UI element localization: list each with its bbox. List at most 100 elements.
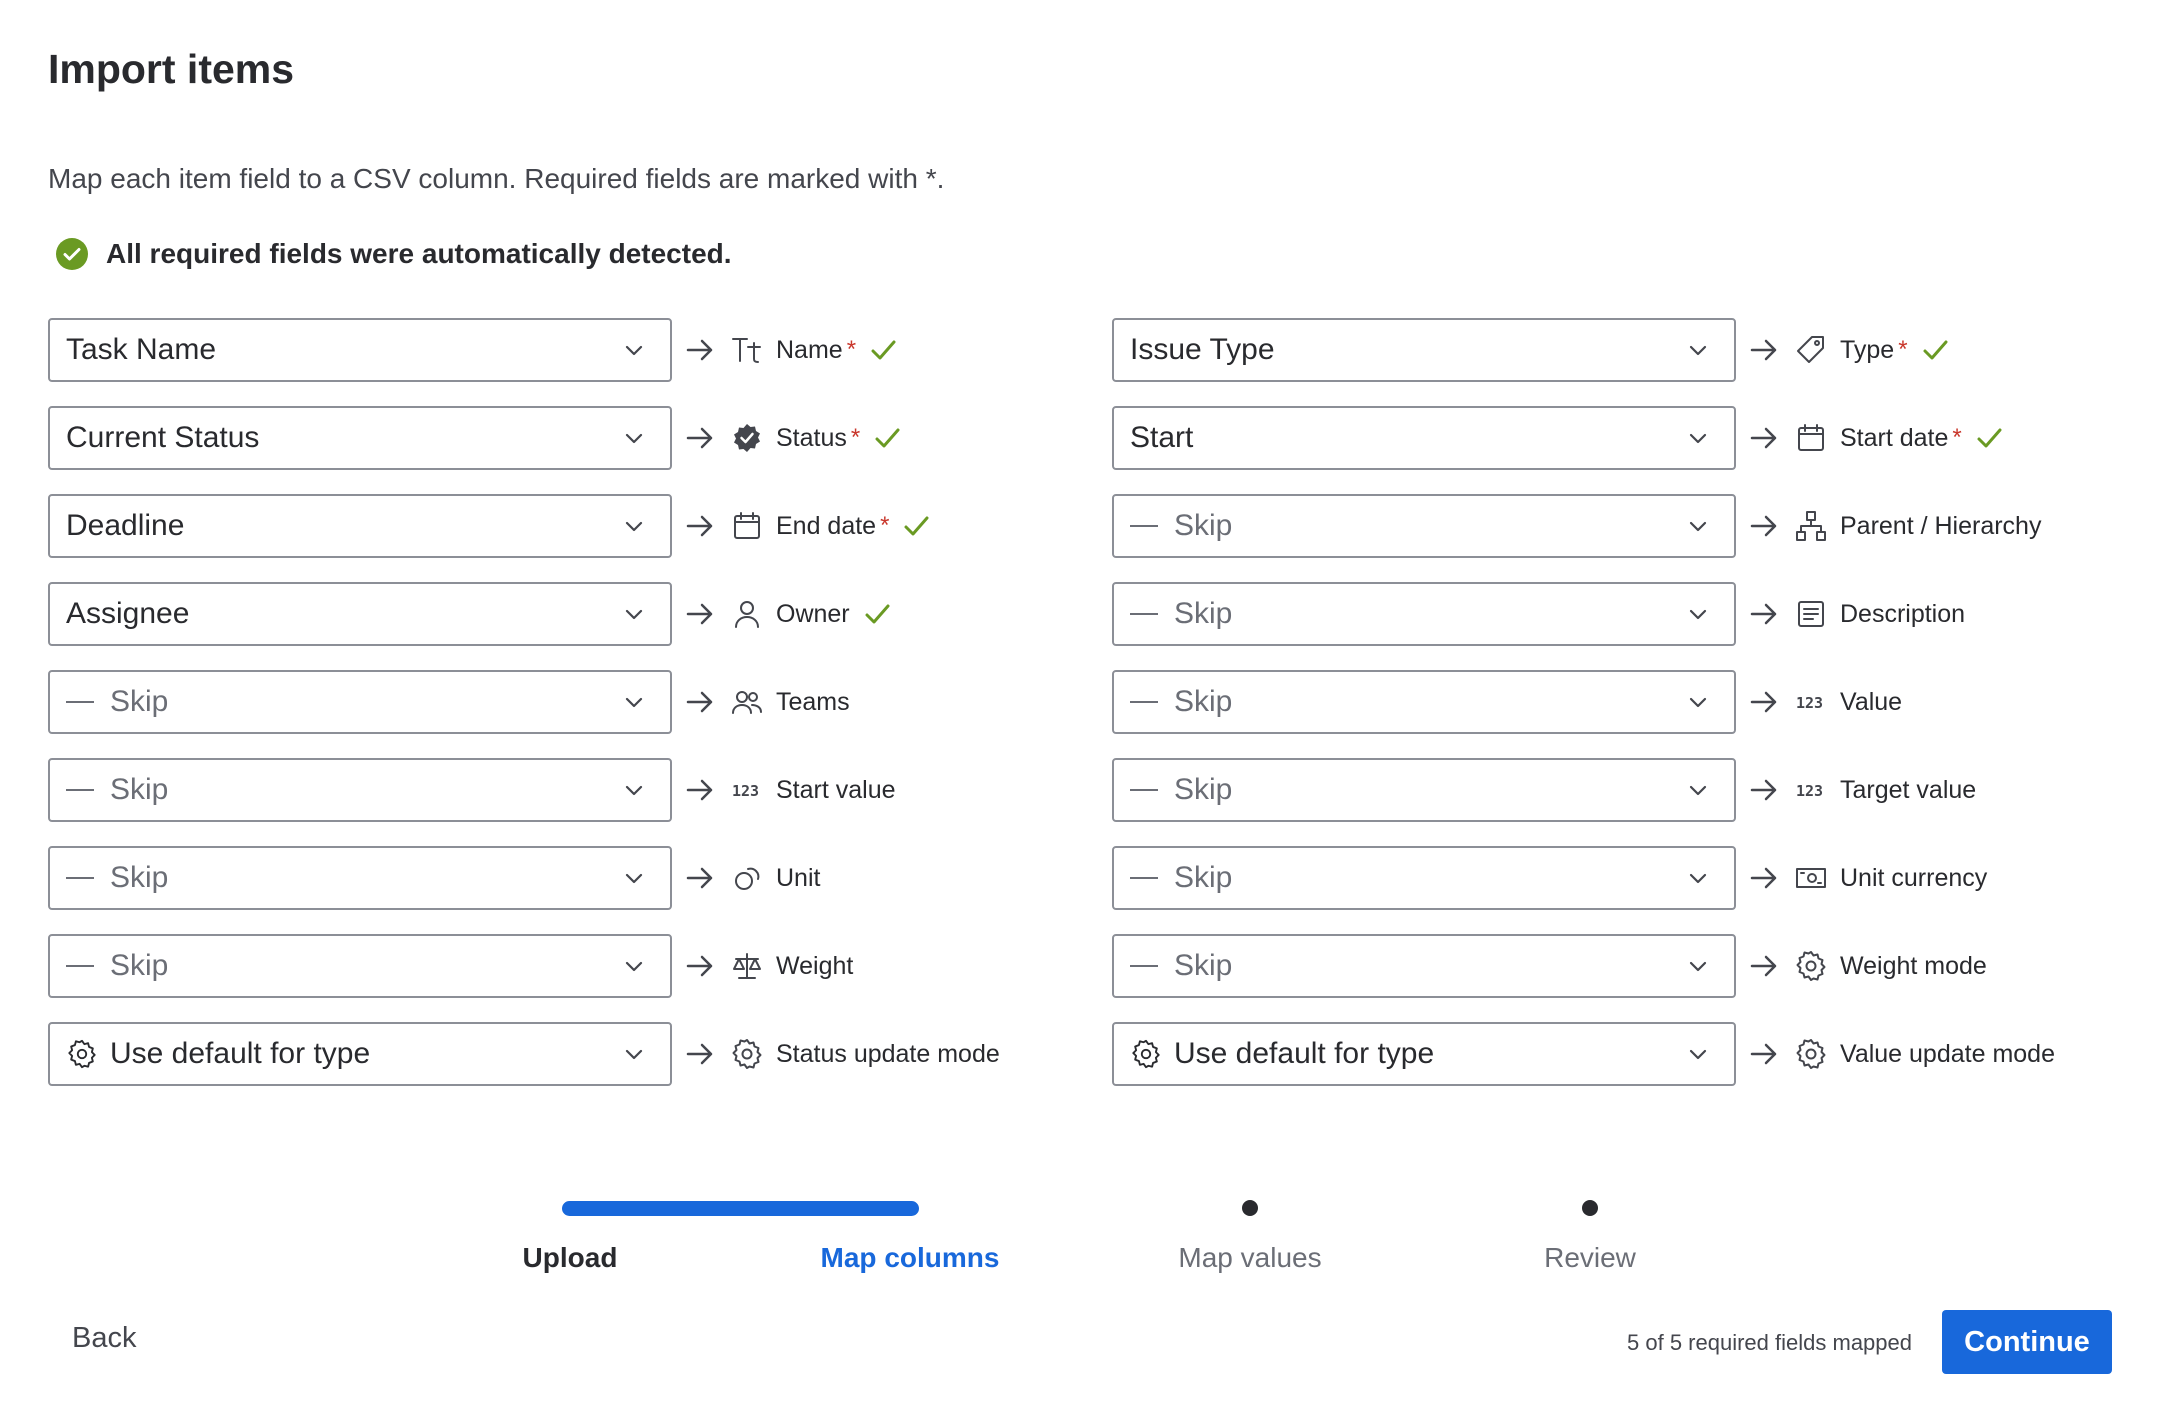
select-value: Assignee (66, 597, 190, 630)
status-badge-icon (730, 421, 764, 455)
column-select-parent-hierarchy[interactable]: Skip (1112, 494, 1736, 558)
arrow-right-icon (1750, 867, 1777, 889)
select-value: Use default for type (110, 1037, 371, 1070)
field-label: Weight (776, 951, 854, 980)
field-label: Description (1840, 599, 1966, 628)
dialog-description: Map each item field to a CSV column. Req… (48, 163, 945, 194)
mapping-row-end-date: Deadline End date * (48, 494, 1098, 558)
column-select-name[interactable]: Task Name (48, 318, 672, 382)
arrow-right-icon (1750, 427, 1777, 449)
field-teams: Teams (730, 685, 850, 719)
tag-icon (1794, 333, 1828, 367)
calendar-icon (730, 509, 764, 543)
field-weight-mode: Weight mode (1794, 949, 1987, 983)
mapped-check-icon (875, 428, 900, 448)
dash-icon (66, 877, 94, 879)
back-button[interactable]: Back (72, 1322, 136, 1355)
select-value: Skip (110, 861, 169, 894)
column-select-start-value[interactable]: Skip (48, 758, 672, 822)
progress-stepper: Upload Map columns Map values Review (0, 1190, 2160, 1290)
column-select-unit-currency[interactable]: Skip (1112, 846, 1736, 910)
select-value: Skip (110, 949, 169, 982)
step-upload[interactable]: Upload (523, 1242, 618, 1274)
field-label: Type (1840, 335, 1895, 364)
mapped-check-icon (871, 340, 896, 360)
mapped-check-icon (865, 604, 890, 624)
field-label: Owner (776, 599, 850, 628)
field-label: Parent / Hierarchy (1840, 511, 2042, 540)
column-select-status-update-mode[interactable]: Use default for type (48, 1022, 672, 1086)
field-name: Name * (730, 333, 898, 367)
chevron-down-icon (625, 873, 643, 884)
currency-icon (1794, 861, 1828, 895)
column-select-unit[interactable]: Skip (48, 846, 672, 910)
field-start-value: 123 Start value (730, 773, 896, 807)
chevron-down-icon (1689, 1049, 1707, 1060)
mapped-check-icon (1923, 340, 1948, 360)
svg-text:123: 123 (1796, 782, 1823, 800)
step-map-columns[interactable]: Map columns (821, 1242, 1000, 1274)
mapping-row-type: Issue Type Type * (1112, 318, 2160, 382)
column-select-end-date[interactable]: Deadline (48, 494, 672, 558)
select-value: Skip (1174, 773, 1233, 806)
column-select-value-update-mode[interactable]: Use default for type (1112, 1022, 1736, 1086)
dialog-title: Import items (48, 46, 295, 92)
column-select-value[interactable]: Skip (1112, 670, 1736, 734)
field-label: Unit currency (1840, 863, 1988, 892)
gear-icon (1132, 1039, 1160, 1069)
chevron-down-icon (1689, 785, 1707, 796)
column-select-weight[interactable]: Skip (48, 934, 672, 998)
text-format-icon (730, 333, 764, 367)
column-select-weight-mode[interactable]: Skip (1112, 934, 1736, 998)
column-select-start-date[interactable]: Start (1112, 406, 1736, 470)
step-progress-bar (562, 1201, 919, 1216)
dash-icon (1130, 877, 1158, 879)
column-select-description[interactable]: Skip (1112, 582, 1736, 646)
field-label: End date (776, 511, 877, 540)
arrow-right-icon (1750, 603, 1777, 625)
chevron-down-icon (1689, 873, 1707, 884)
select-value: Current Status (66, 421, 260, 454)
mapping-row-weight: Skip Weight (48, 934, 1098, 998)
column-select-owner[interactable]: Assignee (48, 582, 672, 646)
step-dot-review (1582, 1200, 1598, 1216)
field-label: Status update mode (776, 1039, 1000, 1068)
hierarchy-icon (1794, 509, 1828, 543)
select-value: Start (1130, 421, 1194, 454)
arrow-right-icon (1750, 955, 1777, 977)
mapped-status: 5 of 5 required fields mapped (1627, 1330, 1912, 1355)
field-unit-currency: Unit currency (1794, 861, 1987, 895)
mapped-check-icon (1977, 428, 2002, 448)
arrow-right-icon (686, 515, 713, 537)
document-icon (1794, 597, 1828, 631)
success-check-icon (56, 238, 88, 270)
mapping-row-owner: Assignee Owner (48, 582, 1098, 646)
mapping-row-teams: Skip Teams (48, 670, 1098, 734)
select-value: Deadline (66, 509, 185, 542)
field-parent-hierarchy: Parent / Hierarchy (1794, 509, 2041, 543)
chevron-down-icon (1689, 345, 1707, 356)
mapping-row-description: Skip Description (1112, 582, 2160, 646)
field-status-update-mode: Status update mode (730, 1037, 1000, 1071)
field-label: Target value (1840, 775, 1977, 804)
select-value: Issue Type (1130, 333, 1275, 366)
gear-icon (730, 1037, 764, 1071)
continue-button[interactable]: Continue (1942, 1310, 2112, 1374)
number-icon: 123 (730, 773, 764, 807)
column-select-type[interactable]: Issue Type (1112, 318, 1736, 382)
mapping-row-name: Task Name Name * (48, 318, 1098, 382)
column-select-target-value[interactable]: Skip (1112, 758, 1736, 822)
column-select-status[interactable]: Current Status (48, 406, 672, 470)
step-dot-map-values (1242, 1200, 1258, 1216)
field-label: Value update mode (1840, 1039, 2055, 1068)
svg-text:123: 123 (1796, 694, 1823, 712)
mapping-row-weight-mode: Skip Weight mode (1112, 934, 2160, 998)
mapping-row-parent-hierarchy: Skip Parent / Hierarchy (1112, 494, 2160, 558)
number-icon: 123 (1794, 773, 1828, 807)
required-marker: * (846, 336, 857, 363)
select-value: Skip (110, 773, 169, 806)
field-status: Status * (730, 421, 902, 455)
arrow-right-icon (1750, 515, 1777, 537)
field-label: Name (776, 335, 843, 364)
column-select-teams[interactable]: Skip (48, 670, 672, 734)
